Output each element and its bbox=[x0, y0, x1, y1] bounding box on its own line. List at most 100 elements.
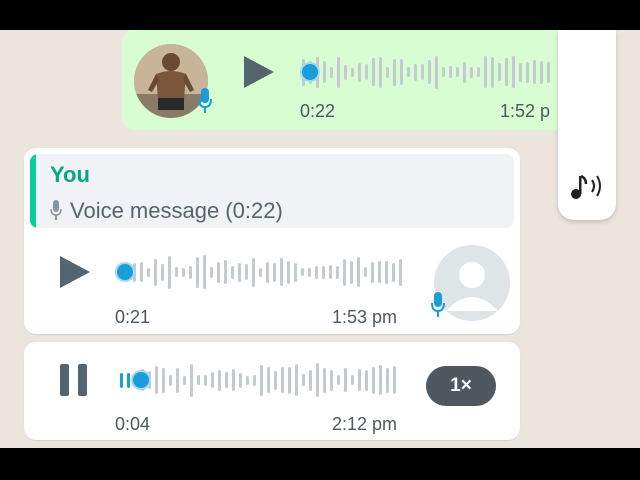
waveform-bar bbox=[337, 56, 340, 88]
waveform-bar bbox=[407, 67, 410, 77]
waveform-bar bbox=[316, 363, 319, 397]
waveform-bar bbox=[330, 66, 333, 78]
waveform-bar bbox=[309, 369, 312, 391]
waveform-bar bbox=[385, 260, 388, 284]
waveform-bar bbox=[225, 372, 228, 388]
waveform-bar bbox=[281, 367, 284, 393]
waveform-bar bbox=[372, 366, 375, 394]
voice-duration: 0:22 bbox=[300, 101, 336, 121]
voice-duration: 0:21 bbox=[115, 307, 151, 327]
waveform-bar bbox=[224, 260, 227, 284]
waveform-bar bbox=[183, 375, 186, 385]
person-icon bbox=[434, 245, 510, 321]
mic-icon bbox=[198, 88, 212, 113]
waveform-bar bbox=[210, 266, 213, 278]
speaker-music-icon[interactable] bbox=[566, 166, 610, 206]
waveform-bar bbox=[547, 61, 550, 83]
waveform-bar bbox=[322, 265, 325, 279]
waveform-bar bbox=[350, 260, 353, 284]
waveform-bar bbox=[343, 258, 346, 286]
waveform-bar bbox=[295, 364, 298, 396]
waveform-bar bbox=[217, 261, 220, 283]
pause-button[interactable] bbox=[54, 360, 94, 400]
play-button[interactable] bbox=[56, 252, 96, 292]
waveform-bar bbox=[463, 61, 466, 83]
progress-dot[interactable] bbox=[115, 262, 135, 282]
default-avatar[interactable] bbox=[434, 245, 510, 321]
waveform-bar bbox=[442, 67, 445, 77]
waveform-bar bbox=[308, 267, 311, 277]
waveform-bar bbox=[386, 66, 389, 78]
contact-avatar[interactable] bbox=[134, 44, 208, 118]
audio-output-panel bbox=[558, 30, 616, 220]
waveform-bar bbox=[526, 61, 529, 83]
waveform-bar bbox=[344, 368, 347, 392]
waveform-bar bbox=[371, 261, 374, 283]
waveform-bar bbox=[267, 367, 270, 393]
waveform-bar bbox=[302, 374, 305, 386]
waveform-bar bbox=[372, 58, 375, 86]
progress-dot[interactable] bbox=[131, 370, 151, 390]
waveform-bar bbox=[182, 267, 185, 277]
chat-area: 0:22 1:52 p You Voice message (0:22) 0:2… bbox=[0, 30, 640, 448]
waveform-bar bbox=[274, 370, 277, 390]
waveform-bar bbox=[175, 267, 178, 277]
waveform-bar bbox=[351, 375, 354, 385]
waveform-bar bbox=[351, 67, 354, 77]
waveform-bar bbox=[498, 63, 501, 81]
waveform-bar bbox=[120, 372, 123, 388]
message-time: 1:53 pm bbox=[332, 307, 398, 327]
waveform-bar bbox=[315, 265, 318, 279]
waveform-bar bbox=[238, 262, 241, 282]
waveform-bar bbox=[127, 372, 130, 388]
waveform-bar bbox=[470, 66, 473, 78]
waveform-bar bbox=[252, 257, 255, 287]
mic-icon bbox=[431, 292, 445, 317]
waveform-bar bbox=[344, 64, 347, 80]
quoted-message[interactable]: You Voice message (0:22) bbox=[30, 154, 514, 228]
waveform-bar bbox=[197, 375, 200, 385]
waveform[interactable] bbox=[120, 360, 406, 400]
waveform-bar bbox=[280, 258, 283, 286]
progress-dot[interactable] bbox=[300, 62, 320, 82]
waveform-bar bbox=[519, 62, 522, 82]
quote-text: Voice message (0:22) bbox=[70, 198, 283, 223]
waveform-bar bbox=[218, 369, 221, 391]
waveform-bar bbox=[246, 375, 249, 385]
waveform-bar bbox=[189, 265, 192, 279]
waveform-bar bbox=[211, 372, 214, 388]
waveform-bar bbox=[323, 367, 326, 393]
quote-author: You bbox=[50, 162, 90, 187]
mic-icon bbox=[50, 200, 62, 220]
waveform-bar bbox=[140, 262, 143, 282]
waveform-bar bbox=[491, 56, 494, 88]
play-button[interactable] bbox=[238, 52, 278, 92]
waveform-bar bbox=[301, 268, 304, 276]
waveform-bar bbox=[154, 258, 157, 286]
waveform-bar bbox=[196, 256, 199, 288]
waveform-bar bbox=[379, 56, 382, 88]
waveform-bar bbox=[399, 258, 402, 286]
waveform-bar bbox=[421, 64, 424, 80]
waveform-bar bbox=[533, 60, 536, 84]
waveform-bar bbox=[260, 364, 263, 396]
waveform-bar bbox=[378, 261, 381, 283]
waveform[interactable] bbox=[126, 252, 406, 292]
waveform-bar bbox=[147, 267, 150, 277]
playback-speed-button[interactable]: 1× bbox=[426, 366, 496, 406]
waveform-bar bbox=[337, 375, 340, 385]
waveform-bar bbox=[176, 367, 179, 393]
waveform-bar bbox=[379, 365, 382, 395]
waveform-bar bbox=[435, 55, 438, 89]
waveform-bar bbox=[323, 61, 326, 83]
waveform-bar bbox=[456, 67, 459, 77]
waveform-bar bbox=[232, 369, 235, 391]
waveform-bar bbox=[336, 265, 339, 279]
waveform[interactable] bbox=[302, 52, 560, 92]
voice-duration: 0:04 bbox=[115, 414, 151, 434]
waveform-bar bbox=[428, 60, 431, 84]
message-time: 1:52 p bbox=[500, 101, 551, 121]
quote-accent-bar bbox=[30, 154, 36, 228]
waveform-bar bbox=[169, 374, 172, 386]
outgoing-voice-message[interactable]: 0:22 1:52 p bbox=[122, 30, 602, 130]
